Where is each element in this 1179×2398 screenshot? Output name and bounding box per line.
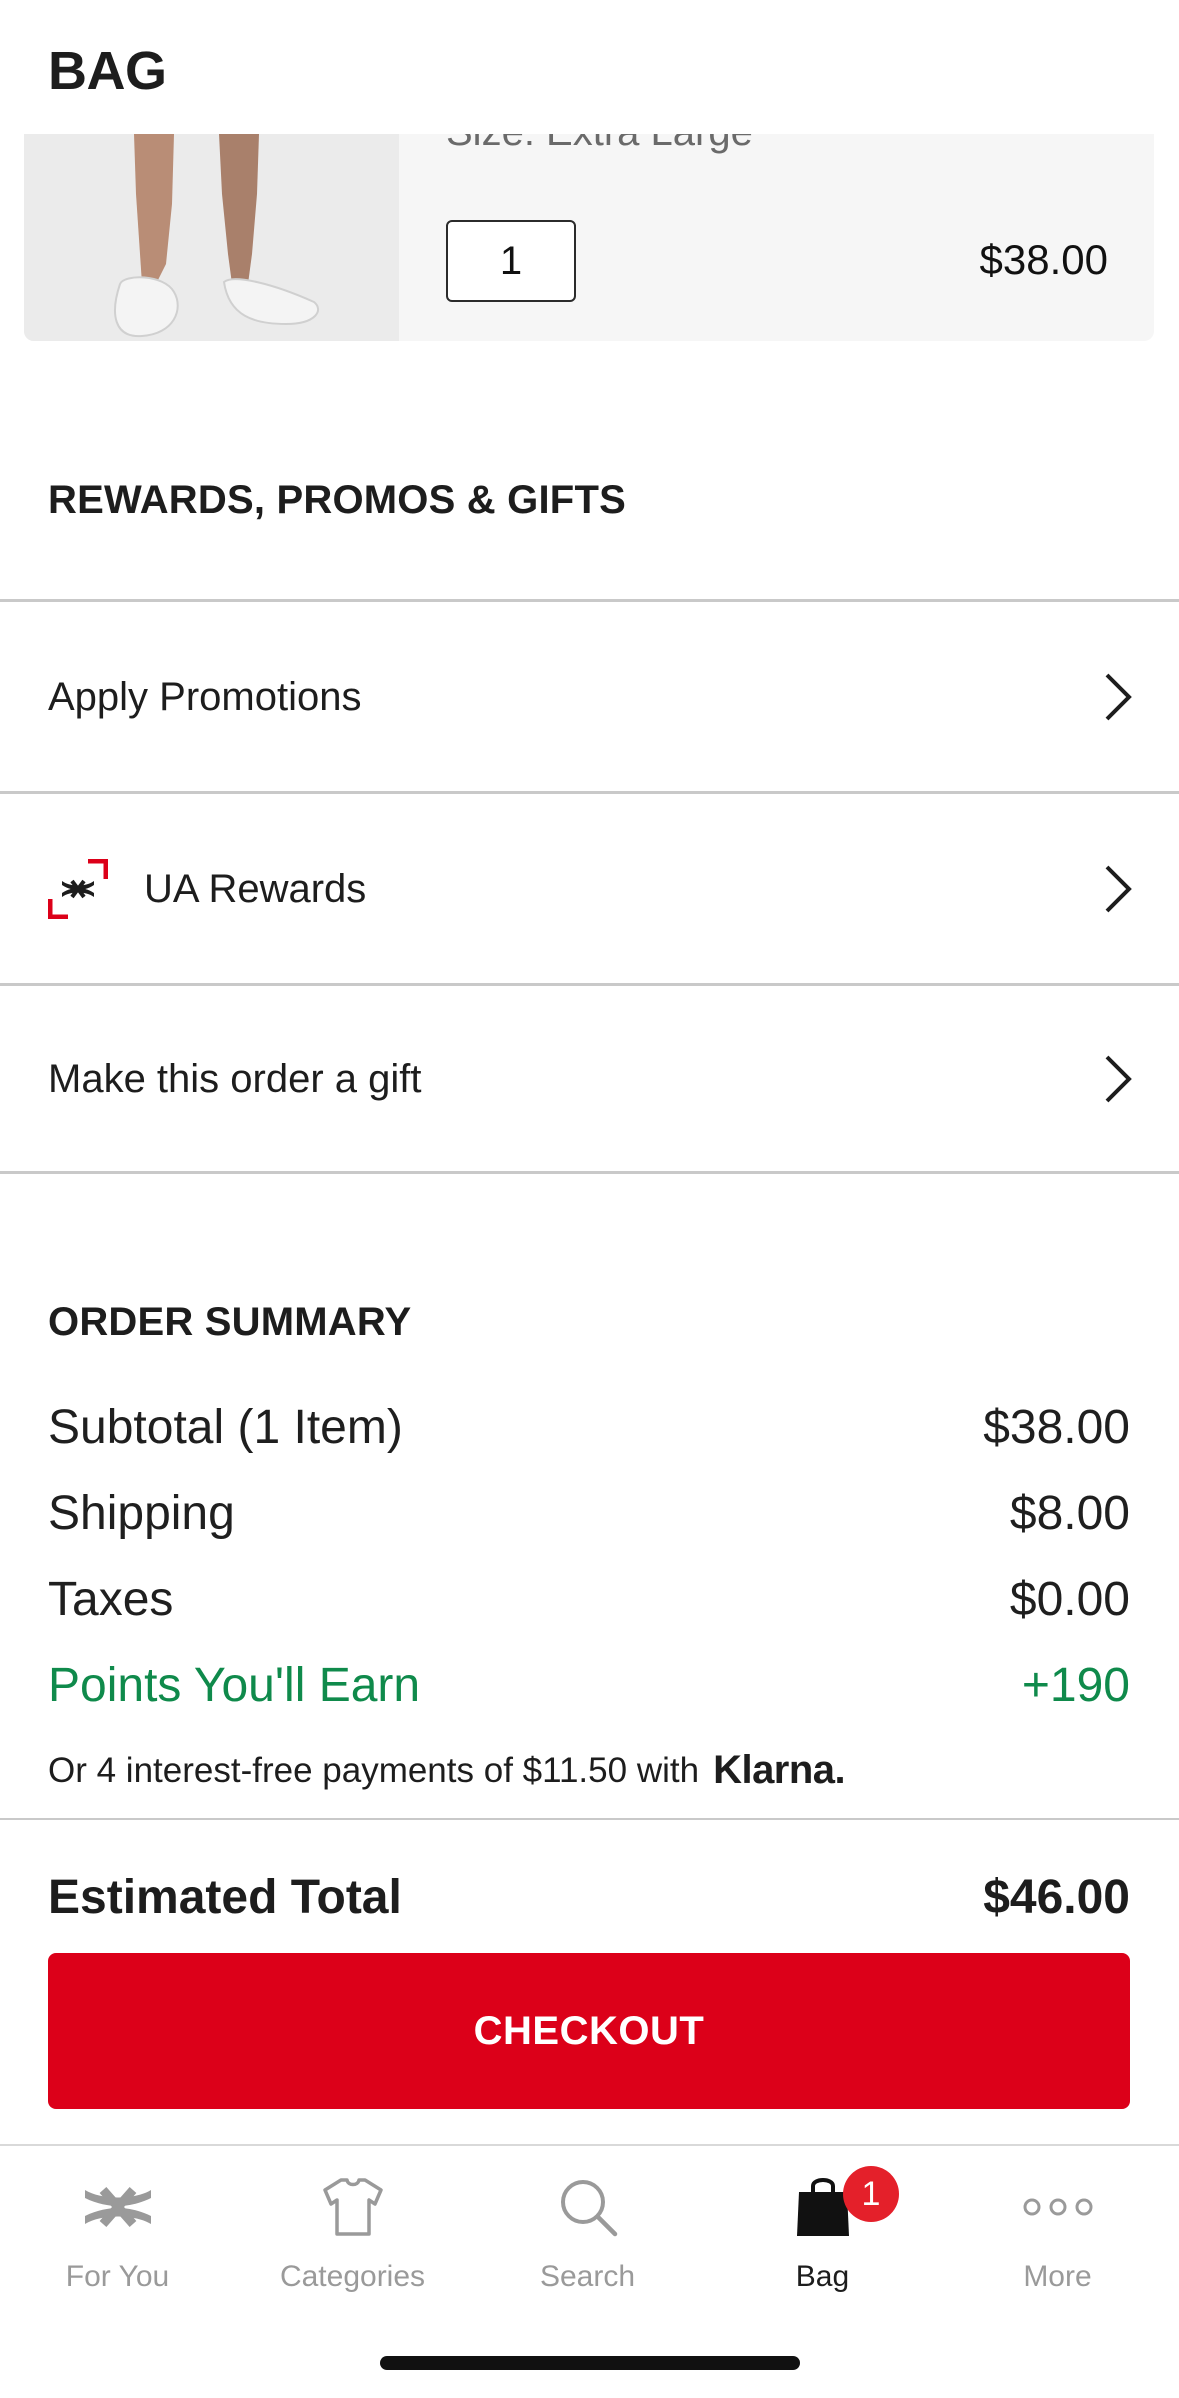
chevron-right-icon [1105, 673, 1132, 721]
shipping-line: Shipping $8.00 [48, 1486, 1130, 1541]
tab-label: Bag [795, 2260, 850, 2293]
subtotal-value: $38.00 [983, 1401, 1130, 1454]
product-size: Size: Extra Large [446, 134, 753, 155]
points-label: Points You'll Earn [48, 1659, 421, 1712]
tab-label: Search [539, 2260, 636, 2293]
estimated-total-label: Estimated Total [48, 1871, 402, 1924]
tab-label: More [1023, 2260, 1092, 2293]
chevron-right-icon [1105, 865, 1132, 913]
tab-search[interactable]: Search [470, 2172, 705, 2302]
shipping-value: $8.00 [1009, 1487, 1130, 1540]
product-image[interactable] [24, 134, 399, 341]
bag-count-badge: 1 [843, 2166, 899, 2222]
gift-order-label: Make this order a gift [48, 1056, 422, 1101]
estimated-total-value: $46.00 [983, 1871, 1130, 1924]
divider [0, 1818, 1179, 1820]
more-dots-icon [1019, 2172, 1097, 2242]
ua-rewards-icon [48, 859, 108, 919]
tab-for-you[interactable]: For You [0, 2172, 235, 2302]
shipping-label: Shipping [48, 1487, 235, 1540]
tab-bag[interactable]: 1 Bag [705, 2166, 940, 2302]
page-title: BAG [48, 41, 167, 101]
ua-rewards-row[interactable]: UA Rewards [0, 794, 1179, 984]
klarna-text: Or 4 interest-free payments of $11.50 wi… [48, 1750, 700, 1790]
shirt-icon [314, 2172, 392, 2242]
divider [0, 1171, 1179, 1174]
checkout-button[interactable]: CHECKOUT [48, 1953, 1130, 2109]
points-line: Points You'll Earn +190 [48, 1658, 1130, 1713]
subtotal-label: Subtotal (1 Item) [48, 1401, 403, 1454]
under-armour-logo-icon [79, 2172, 157, 2242]
subtotal-line: Subtotal (1 Item) $38.00 [48, 1400, 1130, 1455]
tab-categories[interactable]: Categories [235, 2172, 470, 2302]
tab-more[interactable]: More [940, 2172, 1175, 2302]
product-price: $38.00 [979, 236, 1108, 283]
taxes-label: Taxes [48, 1573, 174, 1626]
apply-promotions-label: Apply Promotions [48, 674, 362, 719]
quantity-selector[interactable]: 1 [446, 220, 576, 302]
search-icon [549, 2172, 627, 2242]
points-value: +190 [1021, 1659, 1130, 1712]
rewards-section-heading: REWARDS, PROMOS & GIFTS [48, 478, 626, 522]
ua-rewards-label: UA Rewards [144, 866, 367, 911]
order-summary-heading: ORDER SUMMARY [48, 1300, 412, 1344]
home-indicator[interactable] [380, 2356, 800, 2370]
taxes-line: Taxes $0.00 [48, 1572, 1130, 1627]
bag-item-card[interactable]: Size: Extra Large 1 $38.00 [24, 134, 1154, 341]
chevron-right-icon [1105, 1055, 1132, 1103]
estimated-total-line: Estimated Total $46.00 [48, 1870, 1130, 1925]
tab-label: Categories [279, 2260, 426, 2293]
gift-order-row[interactable]: Make this order a gift [0, 986, 1179, 1172]
tab-label: For You [65, 2260, 170, 2293]
header: BAG [0, 0, 1179, 134]
klarna-installments[interactable]: Or 4 interest-free payments of $11.50 wi… [48, 1748, 846, 1793]
klarna-logo: Klarna. [713, 1748, 846, 1792]
taxes-value: $0.00 [1009, 1573, 1130, 1626]
apply-promotions-row[interactable]: Apply Promotions [0, 602, 1179, 792]
